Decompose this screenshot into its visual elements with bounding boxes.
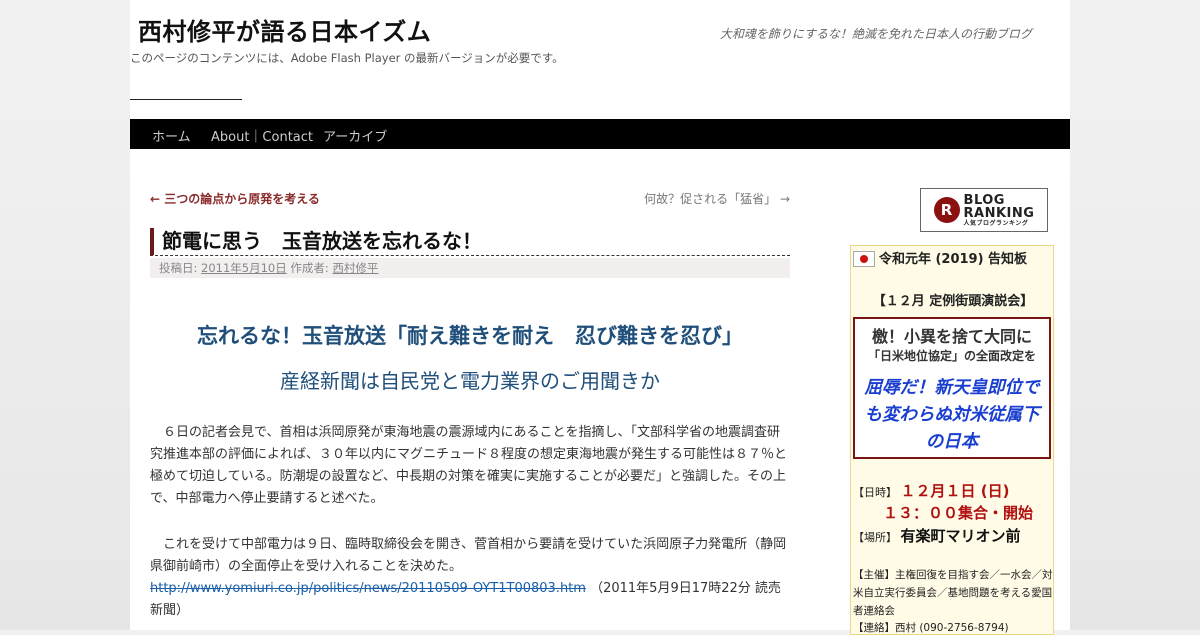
post-date-link[interactable]: 2011年5月10日 [201, 261, 287, 275]
event-organizer: 【主催】主権回復を目指す会／一水会／対米自立実行委員会／基地問題を考える愛国者連… [853, 569, 1053, 617]
main-nav: ホーム About｜Contact アーカイブ [130, 119, 1070, 149]
entry-meta: 投稿日: 2011年5月10日 作成者: 西村修平 [150, 258, 790, 278]
flash-divider [130, 99, 242, 100]
nav-item-home[interactable]: ホーム [152, 126, 191, 145]
author-link[interactable]: 西村修平 [332, 261, 378, 275]
site-title[interactable]: 西村修平が語る日本イズム [138, 12, 431, 47]
page-container: 西村修平が語る日本イズム 大和魂を飾りにするな！絶滅を免れた日本人の行動ブログ … [130, 0, 1070, 635]
event-contact: 【連絡】西村 (090-2756-8794) [853, 622, 1009, 634]
date-label: 【日時】 [853, 486, 897, 499]
article-paragraph: これを受けて中部電力は９日、臨時取締役会を開き、菅首相から要請を受けていた浜岡原… [150, 537, 787, 574]
speech-line-3: 屈辱だ！新天皇即位でも変わらぬ対米従属下の日本 [864, 378, 1040, 452]
blog-ranking-logo: R [933, 197, 960, 223]
date-value: １２月１日 (日) [900, 482, 1010, 500]
source-link[interactable]: http://www.yomiuri.co.jp/politics/news/2… [150, 581, 586, 596]
next-post-link[interactable]: 何故？促される「猛省」 → [644, 190, 790, 207]
event-time: １３：００集合・開始 [883, 504, 1034, 522]
posted-label: 投稿日: [159, 261, 198, 275]
event-date: 【日時】 １２月１日 (日) [853, 480, 1009, 501]
blog-ranking-banner[interactable]: R BLOG RANKING 人気ブログランキング [920, 188, 1048, 232]
blog-ranking-text: BLOG RANKING 人気ブログランキング [964, 194, 1035, 227]
speech-line-2: 「日米地位協定」の全面改定を [867, 349, 1036, 363]
notice-subtitle: 【１２月 定例街頭演説会】 [872, 294, 1034, 309]
blog-ranking-line1: BLOG [963, 192, 1005, 208]
author-label: 作成者: [290, 261, 329, 275]
entry-title: 節電に思う 玉音放送を忘れるな！ [150, 228, 790, 256]
event-place: 【場所】 有楽町マリオン前 [853, 525, 1021, 546]
flash-player-notice: このページのコンテンツには、Adobe Flash Player の最新バージョ… [130, 51, 564, 65]
place-label: 【場所】 [853, 531, 897, 544]
blog-ranking-line2: RANKING [963, 205, 1035, 221]
place-value: 有楽町マリオン前 [900, 527, 1021, 545]
blog-ranking-small: 人気ブログランキング [963, 219, 1029, 227]
speech-line-1: 檄！小異を捨て大同に [871, 327, 1032, 346]
nav-item-about-contact[interactable]: About｜Contact [211, 126, 313, 145]
notice-title: 令和元年 (2019) 告知板 [878, 252, 1028, 267]
speech-banner: 檄！小異を捨て大同に 「日米地位協定」の全面改定を 屈辱だ！新天皇即位でも変わら… [853, 317, 1051, 459]
article-paragraph: ６日の記者会見で、首相は浜岡原発が東海地震の震源域内にあることを指摘し、「文部科… [150, 425, 788, 506]
source-line: http://www.yomiuri.co.jp/politics/news/2… [150, 578, 790, 622]
site-description: 大和魂を飾りにするな！絶滅を免れた日本人の行動ブログ [719, 27, 1032, 41]
notice-board: 令和元年 (2019) 告知板 【１２月 定例街頭演説会】 檄！小異を捨て大同に… [850, 245, 1054, 635]
lead-heading: 忘れるな！玉音放送「耐え難きを耐え 忍び難きを忍び」 [197, 324, 743, 348]
nav-item-archive[interactable]: アーカイブ [323, 126, 387, 145]
prev-post-link[interactable]: ← 三つの論点から原発を考える [150, 190, 320, 207]
lead-subheading: 産経新聞は自民党と電力業界のご用聞きか [280, 369, 660, 393]
